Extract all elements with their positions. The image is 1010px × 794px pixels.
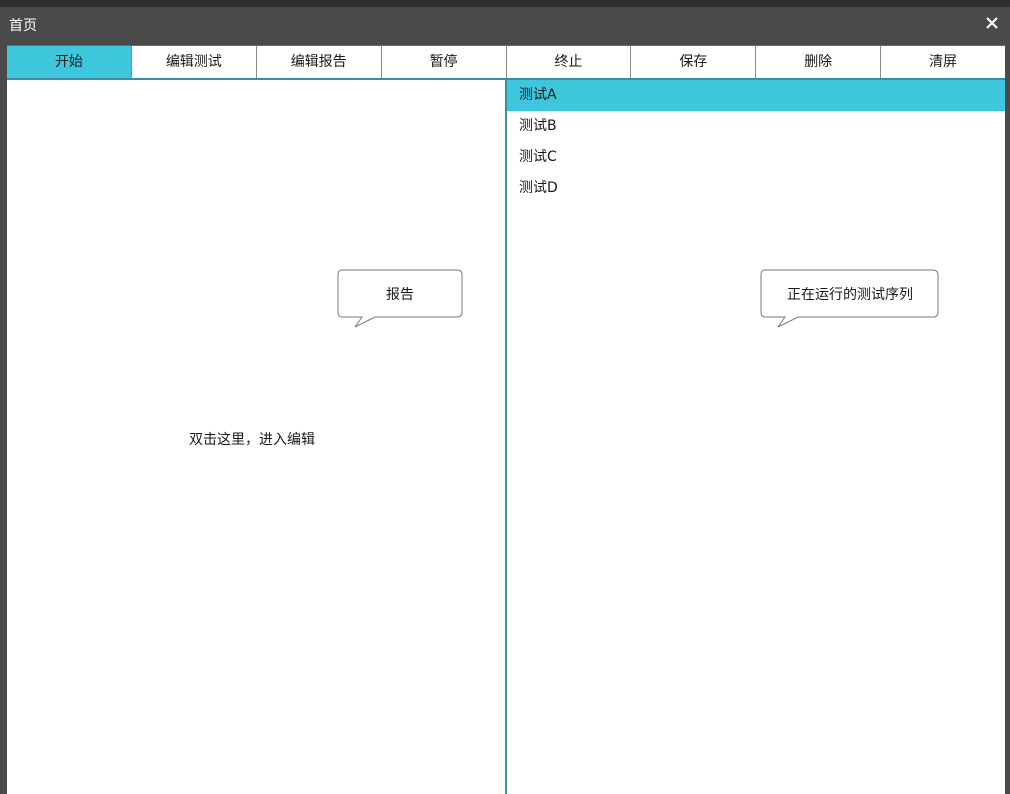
clear-screen-button[interactable]: 清屏: [881, 46, 1005, 78]
edit-test-button[interactable]: 编辑测试: [131, 46, 257, 78]
close-icon[interactable]: [984, 15, 1000, 31]
toolbar: 开始 编辑测试 编辑报告 暂停 终止 保存 删除 清屏: [7, 45, 1005, 78]
window-title: 首页: [9, 18, 37, 34]
test-item-b[interactable]: 测试B: [507, 111, 1005, 142]
start-button[interactable]: 开始: [7, 46, 132, 78]
edit-report-button[interactable]: 编辑报告: [256, 46, 382, 78]
edit-hint: 双击这里，进入编辑: [189, 432, 315, 448]
main-window: 首页 开始 编辑测试 编辑报告 暂停 终止 保存 删除 清屏 报告 双击这里，进…: [0, 0, 1010, 794]
sequence-callout: 正在运行的测试序列: [760, 269, 940, 331]
report-callout-label: 报告: [386, 287, 414, 303]
pause-button[interactable]: 暂停: [381, 46, 507, 78]
test-item-d[interactable]: 测试D: [507, 173, 1005, 204]
report-pane[interactable]: 报告 双击这里，进入编辑: [7, 80, 505, 794]
test-item-c[interactable]: 测试C: [507, 142, 1005, 173]
delete-button[interactable]: 删除: [756, 46, 882, 78]
sequence-callout-label: 正在运行的测试序列: [787, 287, 913, 303]
window-right-border: [1005, 80, 1010, 794]
save-button[interactable]: 保存: [631, 46, 757, 78]
test-sequence-list: 测试A 测试B 测试C 测试D: [507, 80, 1005, 204]
window-top-border: [0, 0, 1010, 7]
title-bar: 首页: [0, 7, 1010, 43]
stop-button[interactable]: 终止: [506, 46, 632, 78]
sequence-pane: 测试A 测试B 测试C 测试D 正在运行的测试序列: [507, 80, 1005, 794]
report-callout: 报告: [337, 269, 463, 331]
test-item-a[interactable]: 测试A: [507, 80, 1005, 111]
